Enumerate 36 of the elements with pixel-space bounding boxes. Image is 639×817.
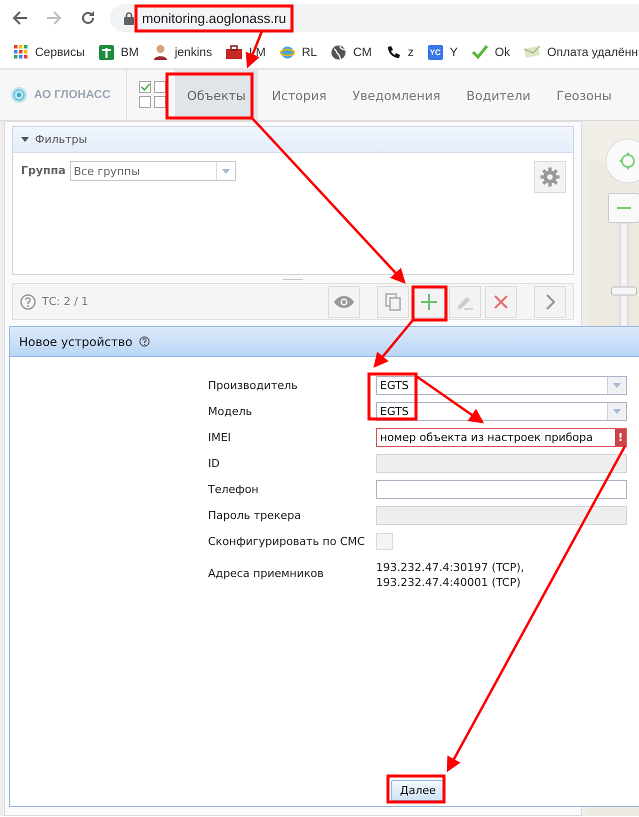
select-field[interactable]: EGTS	[376, 402, 627, 420]
field-label: IMEI	[208, 430, 232, 444]
field-label: Сконфигурировать по СМС	[208, 534, 366, 548]
nav-tab[interactable]: Уведомления	[340, 70, 452, 120]
filters-header[interactable]: Фильтры	[13, 127, 573, 153]
bookmark[interactable]: RL	[280, 44, 318, 60]
field-label: Производитель	[208, 378, 299, 392]
filters-title: Фильтры	[35, 133, 88, 146]
next-step-button[interactable]: Далее	[391, 780, 445, 801]
bookmark[interactable]: CM	[331, 44, 372, 60]
dialog-title: Новое устройство	[19, 334, 132, 348]
field-label: ID	[208, 456, 221, 470]
field-label: Адреса приемников	[208, 566, 325, 580]
bookmark[interactable]: Сервисы	[14, 45, 85, 59]
field-label: Пароль трекера	[208, 508, 302, 522]
bookmark[interactable]: z	[386, 44, 414, 60]
bookmark[interactable]: Оплата удалённ	[524, 45, 638, 59]
nav-tab[interactable]: Геозоны	[544, 70, 624, 120]
bookmark[interactable]: YC Y	[428, 44, 458, 60]
select-field[interactable]: EGTS	[376, 376, 627, 394]
receiver-address: 193.232.47.4:30197 (TCP),	[376, 560, 524, 575]
bookmark[interactable]: jenkins	[152, 44, 212, 60]
error-indicator: !	[615, 428, 626, 446]
field-label: Модель	[208, 404, 254, 418]
bookmark[interactable]: BM	[98, 44, 139, 60]
address-bar[interactable]: monitoring.aoglonass.ru	[110, 4, 639, 32]
input-field[interactable]: номер объекта из настроек прибора !	[376, 428, 627, 446]
nav-tab[interactable]: История	[260, 70, 339, 120]
bookmark[interactable]: Ok	[472, 45, 510, 59]
receiver-address: 193.232.47.4:40001 (TCP)	[376, 575, 522, 590]
field-label: Телефон	[208, 482, 260, 496]
nav-tab[interactable]: Водители	[454, 70, 542, 120]
vehicle-count: ТС: 2 / 1	[42, 295, 88, 308]
app-badge-icon: YC	[428, 44, 443, 60]
group-select[interactable]: Все группы	[70, 161, 236, 181]
group-label: Группа	[21, 163, 66, 179]
